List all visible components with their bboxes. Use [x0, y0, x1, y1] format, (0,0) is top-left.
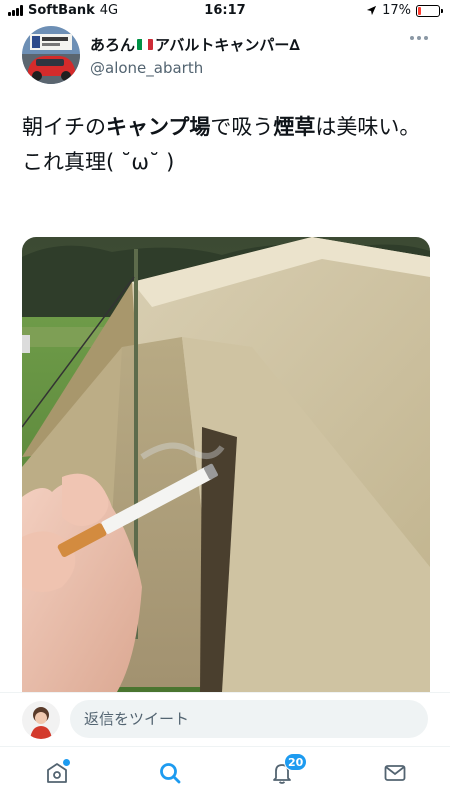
- battery-icon: [416, 4, 443, 17]
- text-segment: 朝イチの: [22, 115, 106, 139]
- text-segment-bold: 煙草: [273, 115, 316, 139]
- tab-search[interactable]: [158, 761, 184, 787]
- display-name-suffix: アバルトキャンパー∆: [155, 36, 300, 54]
- reply-input[interactable]: 返信をツイート: [70, 700, 428, 738]
- tweet-text: 朝イチのキャンプ場で吸う煙草は美味い。 これ真理( ˘ω˘ ): [22, 110, 432, 180]
- italy-flag-icon: [137, 39, 153, 50]
- display-name: あろん アバルトキャンパー∆: [90, 34, 300, 55]
- author-avatar[interactable]: [22, 26, 80, 84]
- tweet-text-line2: これ真理( ˘ω˘ ): [22, 150, 175, 174]
- home-unread-dot: [63, 759, 70, 766]
- location-arrow-icon: [367, 5, 377, 16]
- user-handle: @alone_abarth: [90, 59, 204, 77]
- more-icon[interactable]: [410, 36, 428, 40]
- tab-home[interactable]: [45, 759, 71, 787]
- mail-icon: [384, 765, 406, 781]
- status-right: 17%: [366, 3, 443, 18]
- tab-bar: 20: [0, 746, 450, 800]
- tweet-header: あろん アバルトキャンパー∆ @alone_abarth: [22, 26, 432, 86]
- battery-percent: 17%: [382, 3, 411, 18]
- display-name-text: あろん: [90, 36, 136, 54]
- reply-avatar[interactable]: [22, 701, 60, 739]
- user-info[interactable]: あろん アバルトキャンパー∆ @alone_abarth: [90, 34, 300, 77]
- tab-notifications[interactable]: 20: [270, 753, 308, 787]
- battery-fill: [418, 6, 422, 15]
- notifications-badge: 20: [284, 753, 308, 771]
- text-segment: は美味い。: [315, 115, 421, 139]
- text-segment: で吸う: [210, 115, 274, 139]
- reply-bar: 返信をツイート: [0, 692, 450, 746]
- tab-messages[interactable]: [383, 761, 409, 787]
- tweet-photo[interactable]: [22, 237, 430, 692]
- status-bar: SoftBank 4G 16:17 17%: [0, 0, 450, 22]
- search-icon: [160, 763, 181, 784]
- tweet-text-line1: 朝イチのキャンプ場で吸う煙草は美味い。: [22, 110, 432, 145]
- text-segment-bold: キャンプ場: [106, 115, 211, 139]
